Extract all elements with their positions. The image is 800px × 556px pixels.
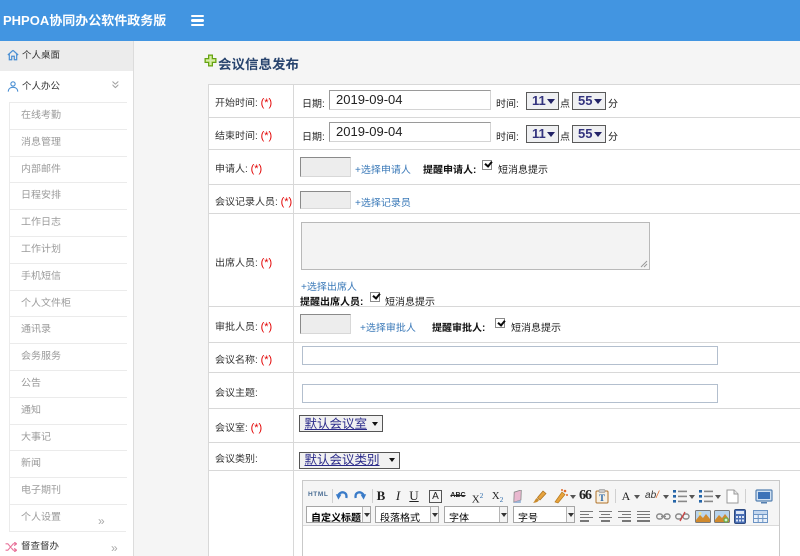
svg-text:T: T (599, 493, 605, 503)
